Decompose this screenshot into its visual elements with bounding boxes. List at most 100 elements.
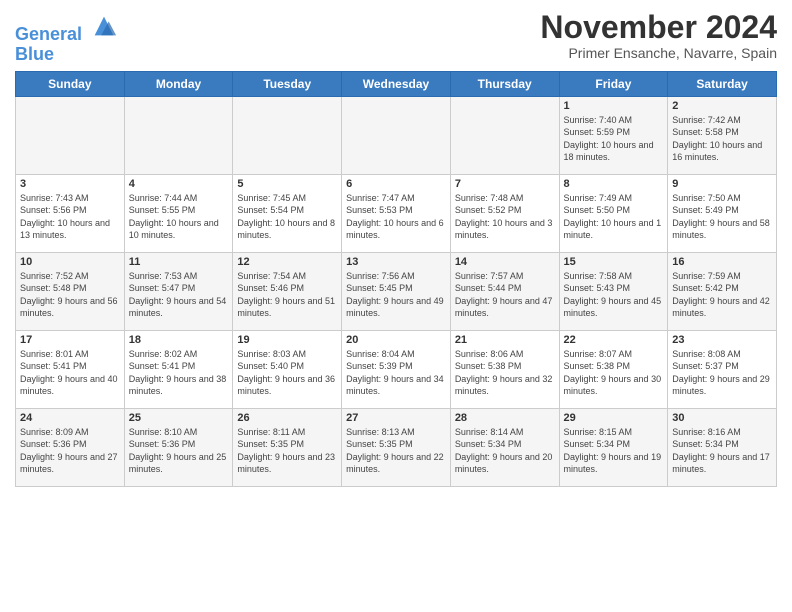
day-info: Sunrise: 7:52 AM Sunset: 5:48 PM Dayligh… (20, 270, 120, 320)
day-info: Sunrise: 7:45 AM Sunset: 5:54 PM Dayligh… (237, 192, 337, 242)
calendar-cell: 6 Sunrise: 7:47 AM Sunset: 5:53 PM Daylig… (342, 174, 451, 252)
header-day-monday: Monday (124, 71, 233, 96)
header-day-saturday: Saturday (668, 71, 777, 96)
day-number: 18 (129, 334, 229, 346)
calendar-cell: 25 Sunrise: 8:10 AM Sunset: 5:36 PM Dayli… (124, 408, 233, 486)
calendar-cell: 29 Sunrise: 8:15 AM Sunset: 5:34 PM Dayli… (559, 408, 668, 486)
calendar-header-row: SundayMondayTuesdayWednesdayThursdayFrid… (16, 71, 777, 96)
calendar-cell: 27Sunrise: 8:13 AM Sunset: 5:35 PM Dayli… (342, 408, 451, 486)
day-info: Sunrise: 7:56 AM Sunset: 5:45 PM Dayligh… (346, 270, 446, 320)
day-number: 10 (20, 256, 120, 268)
day-number: 17 (20, 334, 120, 346)
day-number: 5 (237, 178, 337, 190)
day-info: Sunrise: 8:07 AM Sunset: 5:38 PM Dayligh… (564, 348, 664, 398)
calendar-cell: 30 Sunrise: 8:16 AM Sunset: 5:34 PM Dayli… (668, 408, 777, 486)
calendar-cell: 5 Sunrise: 7:45 AM Sunset: 5:54 PM Daylig… (233, 174, 342, 252)
calendar-cell: 19Sunrise: 8:03 AM Sunset: 5:40 PM Dayli… (233, 330, 342, 408)
day-number: 9 (672, 178, 772, 190)
calendar-table: SundayMondayTuesdayWednesdayThursdayFrid… (15, 71, 777, 487)
logo-icon (90, 12, 118, 40)
calendar-cell (233, 96, 342, 174)
day-info: Sunrise: 7:43 AM Sunset: 5:56 PM Dayligh… (20, 192, 120, 242)
calendar-cell: 13 Sunrise: 7:56 AM Sunset: 5:45 PM Dayli… (342, 252, 451, 330)
calendar-week-1: 1Sunrise: 7:40 AM Sunset: 5:59 PM Daylig… (16, 96, 777, 174)
day-info: Sunrise: 8:16 AM Sunset: 5:34 PM Dayligh… (672, 426, 772, 476)
day-number: 19 (237, 334, 337, 346)
day-info: Sunrise: 8:10 AM Sunset: 5:36 PM Dayligh… (129, 426, 229, 476)
day-info: Sunrise: 8:04 AM Sunset: 5:39 PM Dayligh… (346, 348, 446, 398)
calendar-cell: 22 Sunrise: 8:07 AM Sunset: 5:38 PM Dayli… (559, 330, 668, 408)
day-info: Sunrise: 8:14 AM Sunset: 5:34 PM Dayligh… (455, 426, 555, 476)
day-info: Sunrise: 8:15 AM Sunset: 5:34 PM Dayligh… (564, 426, 664, 476)
logo: General Blue (15, 14, 118, 65)
day-info: Sunrise: 8:08 AM Sunset: 5:37 PM Dayligh… (672, 348, 772, 398)
day-info: Sunrise: 7:57 AM Sunset: 5:44 PM Dayligh… (455, 270, 555, 320)
day-info: Sunrise: 7:48 AM Sunset: 5:52 PM Dayligh… (455, 192, 555, 242)
day-info: Sunrise: 8:06 AM Sunset: 5:38 PM Dayligh… (455, 348, 555, 398)
calendar-cell: 11Sunrise: 7:53 AM Sunset: 5:47 PM Dayli… (124, 252, 233, 330)
day-number: 7 (455, 178, 555, 190)
calendar-cell: 21 Sunrise: 8:06 AM Sunset: 5:38 PM Dayli… (450, 330, 559, 408)
calendar-cell: 3 Sunrise: 7:43 AM Sunset: 5:56 PM Daylig… (16, 174, 125, 252)
page-container: General Blue November 2024 Primer Ensanc… (0, 0, 792, 492)
day-number: 15 (564, 256, 664, 268)
day-number: 28 (455, 412, 555, 424)
calendar-cell: 10 Sunrise: 7:52 AM Sunset: 5:48 PM Dayli… (16, 252, 125, 330)
day-number: 3 (20, 178, 120, 190)
calendar-cell: 23 Sunrise: 8:08 AM Sunset: 5:37 PM Dayli… (668, 330, 777, 408)
day-info: Sunrise: 8:13 AM Sunset: 5:35 PM Dayligh… (346, 426, 446, 476)
header-day-thursday: Thursday (450, 71, 559, 96)
day-number: 30 (672, 412, 772, 424)
day-number: 26 (237, 412, 337, 424)
day-info: Sunrise: 7:47 AM Sunset: 5:53 PM Dayligh… (346, 192, 446, 242)
day-info: Sunrise: 8:09 AM Sunset: 5:36 PM Dayligh… (20, 426, 120, 476)
calendar-cell: 26 Sunrise: 8:11 AM Sunset: 5:35 PM Dayli… (233, 408, 342, 486)
day-number: 21 (455, 334, 555, 346)
month-title: November 2024 (540, 10, 777, 45)
day-info: Sunrise: 7:50 AM Sunset: 5:49 PM Dayligh… (672, 192, 772, 242)
day-number: 29 (564, 412, 664, 424)
calendar-cell: 20Sunrise: 8:04 AM Sunset: 5:39 PM Dayli… (342, 330, 451, 408)
page-header: General Blue November 2024 Primer Ensanc… (15, 10, 777, 65)
calendar-cell: 7 Sunrise: 7:48 AM Sunset: 5:52 PM Daylig… (450, 174, 559, 252)
calendar-cell: 2Sunrise: 7:42 AM Sunset: 5:58 PM Daylig… (668, 96, 777, 174)
day-number: 6 (346, 178, 446, 190)
logo-text-block: General Blue (15, 14, 118, 65)
day-number: 14 (455, 256, 555, 268)
day-info: Sunrise: 7:54 AM Sunset: 5:46 PM Dayligh… (237, 270, 337, 320)
calendar-cell: 18Sunrise: 8:02 AM Sunset: 5:41 PM Dayli… (124, 330, 233, 408)
day-number: 13 (346, 256, 446, 268)
day-info: Sunrise: 7:44 AM Sunset: 5:55 PM Dayligh… (129, 192, 229, 242)
day-number: 11 (129, 256, 229, 268)
day-info: Sunrise: 7:59 AM Sunset: 5:42 PM Dayligh… (672, 270, 772, 320)
day-info: Sunrise: 7:40 AM Sunset: 5:59 PM Dayligh… (564, 114, 664, 164)
calendar-cell: 9 Sunrise: 7:50 AM Sunset: 5:49 PM Daylig… (668, 174, 777, 252)
logo-blue: Blue (15, 45, 118, 65)
calendar-cell: 28 Sunrise: 8:14 AM Sunset: 5:34 PM Dayli… (450, 408, 559, 486)
day-number: 22 (564, 334, 664, 346)
calendar-cell (16, 96, 125, 174)
day-info: Sunrise: 7:58 AM Sunset: 5:43 PM Dayligh… (564, 270, 664, 320)
day-info: Sunrise: 8:11 AM Sunset: 5:35 PM Dayligh… (237, 426, 337, 476)
header-day-tuesday: Tuesday (233, 71, 342, 96)
calendar-cell: 17Sunrise: 8:01 AM Sunset: 5:41 PM Dayli… (16, 330, 125, 408)
day-number: 16 (672, 256, 772, 268)
calendar-week-4: 17Sunrise: 8:01 AM Sunset: 5:41 PM Dayli… (16, 330, 777, 408)
calendar-cell (342, 96, 451, 174)
day-number: 25 (129, 412, 229, 424)
calendar-week-3: 10 Sunrise: 7:52 AM Sunset: 5:48 PM Dayli… (16, 252, 777, 330)
calendar-week-2: 3 Sunrise: 7:43 AM Sunset: 5:56 PM Daylig… (16, 174, 777, 252)
calendar-cell (124, 96, 233, 174)
day-number: 12 (237, 256, 337, 268)
day-number: 23 (672, 334, 772, 346)
calendar-cell: 1Sunrise: 7:40 AM Sunset: 5:59 PM Daylig… (559, 96, 668, 174)
calendar-cell: 15 Sunrise: 7:58 AM Sunset: 5:43 PM Dayli… (559, 252, 668, 330)
title-block: November 2024 Primer Ensanche, Navarre, … (540, 10, 777, 61)
logo-general: General (15, 24, 82, 44)
day-number: 2 (672, 100, 772, 112)
header-day-friday: Friday (559, 71, 668, 96)
header-day-sunday: Sunday (16, 71, 125, 96)
calendar-cell: 8Sunrise: 7:49 AM Sunset: 5:50 PM Daylig… (559, 174, 668, 252)
calendar-cell: 24Sunrise: 8:09 AM Sunset: 5:36 PM Dayli… (16, 408, 125, 486)
calendar-cell: 14 Sunrise: 7:57 AM Sunset: 5:44 PM Dayli… (450, 252, 559, 330)
